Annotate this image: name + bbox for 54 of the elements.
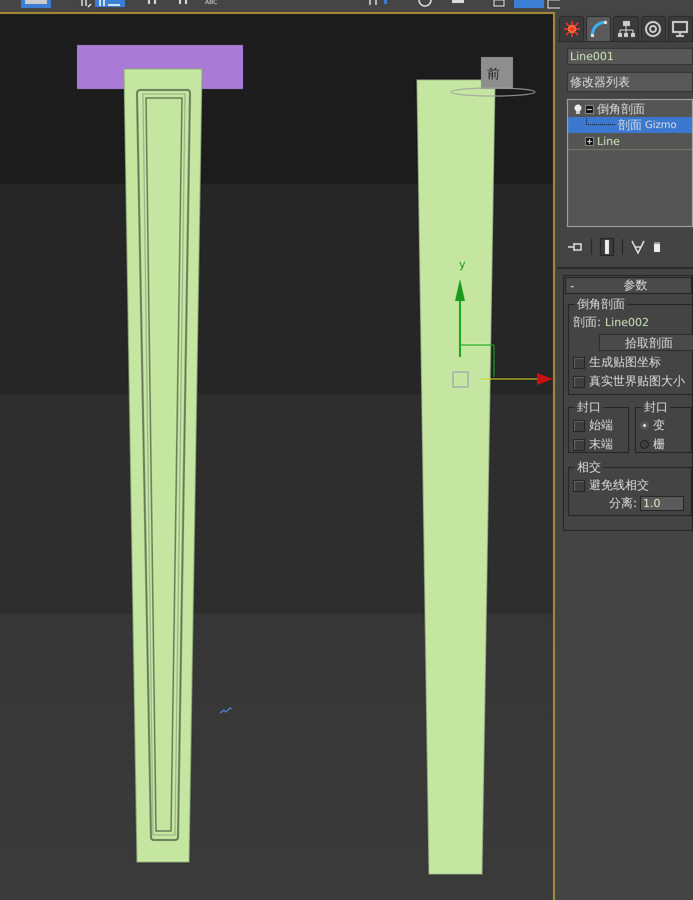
checkbox[interactable] — [573, 376, 585, 388]
checkbox[interactable] — [573, 480, 585, 492]
target-icon — [643, 19, 664, 39]
gizmo-axis-label: y — [459, 259, 466, 271]
radio-button[interactable] — [640, 421, 649, 430]
object-name-field[interactable]: Line001 — [567, 48, 693, 65]
checkbox[interactable] — [573, 356, 585, 368]
group-title: 封口 — [576, 399, 602, 416]
spline-mark — [220, 707, 232, 714]
panel-tab[interactable] — [559, 16, 584, 41]
checkbox-label: 末端 — [589, 436, 613, 453]
panel-tab[interactable] — [640, 16, 666, 41]
toggle-button[interactable] — [600, 238, 614, 256]
separation-label: 分离: — [609, 495, 638, 512]
panel-tab[interactable] — [668, 16, 693, 41]
checkbox[interactable] — [573, 420, 585, 432]
group-title: 相交 — [576, 459, 602, 476]
fork-icon[interactable] — [631, 240, 645, 254]
checkbox[interactable] — [573, 438, 585, 450]
collapse-sign: - — [569, 278, 576, 292]
rollout-header[interactable]: - 参数 — [565, 277, 692, 294]
radio-button[interactable] — [640, 440, 649, 449]
profile-value: Line002 — [605, 316, 649, 329]
hierarchy-icon — [616, 19, 636, 39]
collapse-icon[interactable] — [585, 104, 594, 114]
curve-icon — [588, 19, 609, 39]
modifier-stack-item[interactable]: 剖面 Gizmo — [568, 117, 692, 133]
profile-label: 剖面: — [573, 314, 602, 331]
group-title: 封口 — [642, 399, 669, 416]
rollout-title: 参数 — [622, 277, 648, 294]
modifier-list-dropdown[interactable]: 修改器列表 — [567, 72, 693, 92]
modifier-stack-item[interactable]: 倒角剖面 — [568, 101, 692, 117]
pick-profile-button[interactable]: 拾取剖面 — [599, 334, 693, 351]
sparkle-icon — [562, 19, 582, 39]
radio-label: 变 — [652, 417, 665, 434]
gizmo-plane-corner — [460, 344, 494, 378]
viewcube-label: 前 — [487, 66, 500, 83]
trash-icon[interactable] — [653, 241, 661, 253]
lightbulb-icon — [574, 104, 582, 114]
expand-icon[interactable] — [585, 136, 594, 146]
panel-tab[interactable] — [613, 16, 639, 41]
separation-field[interactable]: 1.0 — [640, 496, 684, 511]
group-title: 倒角剖面 — [576, 296, 626, 313]
checkbox-label: 避免线相交 — [589, 477, 649, 494]
checkbox-label: 始端 — [589, 417, 613, 434]
radio-label: 栅 — [652, 436, 665, 453]
bar-icon — [604, 240, 610, 254]
checkbox-label: 生成贴图坐标 — [589, 354, 661, 371]
monitor-icon — [670, 19, 690, 39]
gizmo-pivot-square — [452, 372, 468, 388]
modifier-stack-item[interactable]: Line — [568, 133, 692, 150]
checkbox-label: 真实世界贴图大小 — [589, 373, 685, 390]
panel-tab[interactable] — [586, 16, 612, 41]
pin-icon[interactable] — [567, 241, 583, 253]
